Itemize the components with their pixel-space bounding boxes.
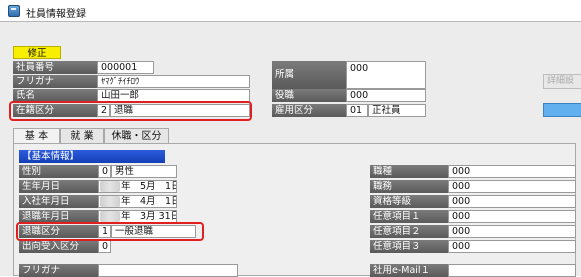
company-email-label: 社用e-Mail１ (370, 264, 448, 277)
kana-label: フリガナ (13, 75, 97, 88)
retire-type-label: 退職区分 (19, 225, 98, 238)
employment-code-input[interactable]: 01 (346, 104, 368, 117)
app-icon (8, 5, 20, 17)
tab-leave[interactable]: 休職・区分 (104, 128, 169, 144)
optional-item-1-label: 任意項目１ (370, 210, 448, 223)
duty-input[interactable]: 000 (448, 180, 576, 193)
position-input[interactable]: 000 (346, 89, 426, 102)
job-type-label: 職種 (370, 165, 448, 178)
birth-date-suffix: 年 5月 1日 (121, 181, 177, 192)
retire-date-input[interactable]: 年 3月 31日 (98, 210, 177, 223)
name-input[interactable]: 山田一郎 (97, 89, 250, 102)
name-label: 氏名 (13, 89, 97, 102)
window-title: 社員情報登録 (26, 9, 86, 20)
status-label: 在籍区分 (13, 104, 97, 117)
kana-input-lower[interactable] (98, 264, 238, 277)
redacted-year (100, 181, 120, 192)
title-bar: 社員情報登録 (0, 0, 581, 22)
birth-date-label: 生年月日 (19, 180, 98, 193)
optional-item-3-label: 任意項目３ (370, 240, 448, 253)
retire-type-code-input[interactable]: 1 (98, 225, 111, 238)
mode-badge: 修正 (13, 46, 61, 59)
qualification-input[interactable]: 000 (448, 195, 576, 208)
optional-item-2-label: 任意項目２ (370, 225, 448, 238)
duty-label: 職務 (370, 180, 448, 193)
app-window: 社員情報登録 修正 社員番号 000001 フリガナ ﾔﾏｸﾞﾁｲﾁﾛｳ 氏名 … (0, 0, 581, 277)
retire-date-label: 退職年月日 (19, 210, 98, 223)
employee-code-label: 社員番号 (13, 61, 97, 74)
loan-type-code-input[interactable]: 0 (98, 240, 111, 253)
qualification-label: 資格等級 (370, 195, 448, 208)
employment-value: 正社員 (368, 104, 426, 117)
job-type-input[interactable]: 000 (448, 165, 576, 178)
tab-work[interactable]: 就 業 (60, 128, 104, 144)
birth-date-input[interactable]: 年 5月 1日 (98, 180, 177, 193)
redacted-year (100, 211, 120, 222)
dept-input[interactable]: 000 (346, 61, 426, 89)
optional-item-2-input[interactable]: 000 (448, 225, 576, 238)
retire-date-suffix: 年 3月 31日 (121, 211, 177, 222)
position-label: 役職 (272, 89, 346, 102)
gender-label: 性別 (19, 165, 98, 178)
basic-info-header: 【基本情報】 (19, 150, 165, 163)
gender-code-input[interactable]: 0 (98, 165, 111, 178)
retire-type-value: 一般退職 (111, 225, 196, 238)
detail-settings-button[interactable]: 詳細設定 (543, 74, 581, 89)
kana-input[interactable]: ﾔﾏｸﾞﾁｲﾁﾛｳ (97, 75, 250, 88)
redacted-year (100, 196, 120, 207)
optional-item-1-input[interactable]: 000 (448, 210, 576, 223)
company-email-input[interactable] (448, 264, 576, 277)
dept-label: 所属 (272, 61, 346, 89)
employee-code-input[interactable]: 000001 (97, 61, 154, 74)
join-date-input[interactable]: 年 4月 1日 (98, 195, 177, 208)
optional-item-3-input[interactable]: 000 (448, 240, 576, 253)
kana-label-lower: フリガナ (19, 264, 98, 277)
status-value: 退職 (110, 104, 250, 117)
loan-type-label: 出向受入区分 (19, 240, 98, 253)
tab-basic[interactable]: 基 本 (13, 128, 60, 144)
employment-label: 雇用区分 (272, 104, 346, 117)
gender-value: 男性 (111, 165, 177, 178)
status-code-input[interactable]: 2 (97, 104, 110, 117)
side-blue-button[interactable] (543, 103, 581, 117)
join-date-suffix: 年 4月 1日 (121, 196, 177, 207)
join-date-label: 入社年月日 (19, 195, 98, 208)
